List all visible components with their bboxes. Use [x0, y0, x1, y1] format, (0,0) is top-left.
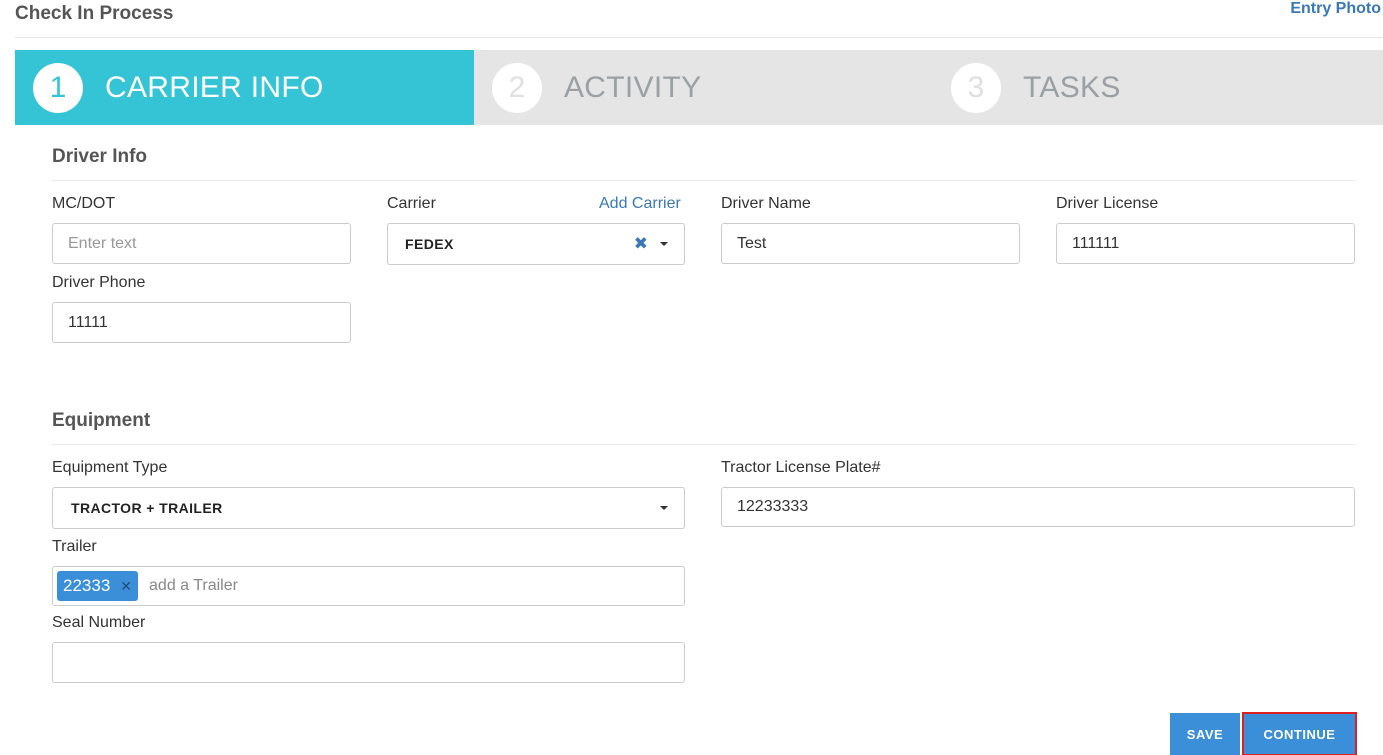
- driver-info-divider: [52, 180, 1355, 181]
- trailer-tag-input[interactable]: 22333 ✕: [52, 566, 685, 606]
- step-tasks[interactable]: 3 TASKS: [933, 50, 1383, 125]
- continue-button[interactable]: CONTINUE: [1242, 712, 1357, 755]
- step-carrier-info[interactable]: 1 CARRIER INFO: [15, 50, 474, 125]
- carrier-selected-value: FEDEX: [405, 236, 454, 252]
- driver-name-input[interactable]: [721, 223, 1020, 264]
- equipment-heading: Equipment: [52, 410, 151, 431]
- equipment-type-selected-value: TRACTOR + TRAILER: [71, 500, 223, 516]
- mc-dot-label: MC/DOT: [52, 195, 116, 212]
- carrier-select[interactable]: FEDEX ✖: [387, 223, 685, 265]
- step-label-carrier-info: CARRIER INFO: [105, 70, 324, 104]
- progress-stepper: 1 CARRIER INFO 2 ACTIVITY 3 TASKS: [15, 50, 1383, 125]
- step-label-tasks: TASKS: [1023, 70, 1121, 104]
- chevron-down-icon: [660, 242, 668, 246]
- tractor-license-plate-label: Tractor License Plate#: [721, 459, 881, 476]
- step-number-3: 3: [951, 62, 1001, 113]
- save-button[interactable]: SAVE: [1170, 713, 1240, 755]
- equipment-type-label: Equipment Type: [52, 459, 168, 476]
- chevron-down-icon: [660, 506, 668, 510]
- driver-name-label: Driver Name: [721, 195, 811, 212]
- seal-number-input[interactable]: [52, 642, 685, 683]
- trailer-tag: 22333 ✕: [57, 571, 139, 601]
- equipment-divider: [52, 444, 1355, 445]
- driver-license-label: Driver License: [1056, 195, 1159, 212]
- equipment-type-select[interactable]: TRACTOR + TRAILER: [52, 487, 685, 529]
- header-divider: [15, 37, 1383, 38]
- seal-number-label: Seal Number: [52, 614, 146, 631]
- driver-license-input[interactable]: [1056, 223, 1355, 264]
- step-number-2: 2: [492, 62, 542, 113]
- step-label-activity: ACTIVITY: [564, 70, 702, 104]
- driver-phone-label: Driver Phone: [52, 274, 146, 291]
- step-activity[interactable]: 2 ACTIVITY: [474, 50, 933, 125]
- trailer-label: Trailer: [52, 538, 97, 555]
- add-trailer-input[interactable]: [149, 577, 550, 595]
- driver-phone-input[interactable]: [52, 302, 351, 343]
- carrier-label: Carrier: [387, 195, 436, 212]
- page-title: Check In Process: [15, 3, 174, 24]
- entry-photo-link[interactable]: Entry Photo: [1290, 0, 1381, 18]
- add-carrier-link[interactable]: Add Carrier: [599, 195, 681, 213]
- tractor-license-plate-input[interactable]: [721, 487, 1355, 527]
- mc-dot-input[interactable]: [52, 223, 351, 264]
- clear-carrier-icon[interactable]: ✖: [634, 234, 648, 254]
- step-number-1: 1: [33, 62, 83, 113]
- driver-info-heading: Driver Info: [52, 146, 148, 167]
- remove-tag-icon[interactable]: ✕: [120, 578, 132, 595]
- trailer-tag-label: 22333: [63, 576, 111, 595]
